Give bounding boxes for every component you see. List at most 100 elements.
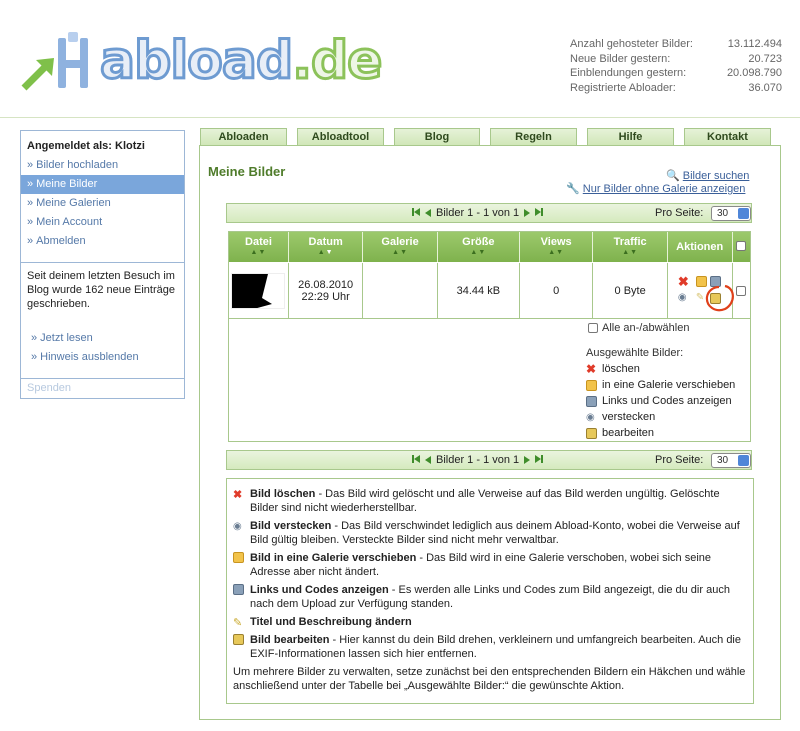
select-arrows-icon bbox=[738, 455, 749, 466]
select-all-row[interactable]: Alle an-/abwählen bbox=[588, 322, 689, 334]
sidebar-item-logout[interactable]: » Abmelden bbox=[21, 232, 184, 251]
blog-notice: Seit deinem letzten Besuch im Blog wurde… bbox=[27, 270, 175, 310]
row-checkbox[interactable] bbox=[736, 286, 747, 296]
delete-icon: ✖ bbox=[233, 489, 243, 501]
per-page-label: Pro Seite: bbox=[655, 207, 704, 219]
cell-views: 0 bbox=[520, 263, 594, 319]
links-codes-icon bbox=[586, 395, 597, 407]
help-links: Links und Codes anzeigen - Es werden all… bbox=[233, 583, 747, 611]
bulk-delete[interactable]: ✖ löschen bbox=[586, 361, 735, 377]
sort-arrows-icon[interactable]: ▲▼ bbox=[520, 249, 592, 256]
edit-title-icon: ✎ bbox=[233, 617, 243, 629]
sort-arrows-icon[interactable]: ▲▼ bbox=[593, 249, 666, 256]
annotation-circle bbox=[705, 284, 734, 312]
help-edit: Bild bearbeiten - Hier kannst du dein Bi… bbox=[233, 633, 747, 661]
header-divider bbox=[0, 117, 800, 118]
tab-kontakt[interactable]: Kontakt bbox=[684, 128, 771, 146]
image-thumbnail[interactable] bbox=[231, 273, 286, 309]
stat-row: Anzahl gehosteter Bilder: 13.112.494 bbox=[570, 38, 782, 50]
help-footer: Um mehrere Bilder zu verwalten, setze zu… bbox=[233, 666, 746, 692]
prev-page-icon[interactable] bbox=[425, 209, 431, 217]
first-page-icon[interactable] bbox=[412, 454, 420, 466]
sidebar-item-upload[interactable]: » Bilder hochladen bbox=[21, 156, 184, 175]
bulk-hide[interactable]: ◉ verstecken bbox=[586, 409, 735, 425]
hide-icon: ◉ bbox=[586, 411, 595, 423]
sort-arrows-icon[interactable]: ▲▼ bbox=[438, 249, 519, 256]
sort-arrows-icon[interactable]: ▲▼ bbox=[289, 249, 362, 256]
move-to-gallery-icon bbox=[233, 552, 244, 563]
sidebar-item-my-account[interactable]: » Mein Account bbox=[21, 213, 184, 232]
help-box: ✖ Bild löschen - Das Bild wird gelöscht u… bbox=[226, 478, 754, 704]
read-now-link[interactable]: » Jetzt lesen bbox=[21, 329, 184, 348]
links-codes-icon bbox=[233, 584, 244, 595]
edit-image-icon bbox=[233, 634, 244, 645]
search-images-link[interactable]: 🔍 Bilder suchen bbox=[666, 169, 749, 182]
pager-text: Bilder 1 - 1 von 1 bbox=[436, 454, 520, 466]
selected-actions: Ausgewählte Bilder: ✖ löschen in eine Gal… bbox=[586, 347, 735, 441]
help-hide: ◉ Bild verstecken - Das Bild verschwindet… bbox=[233, 520, 740, 546]
col-traffic[interactable]: Traffic ▲▼ bbox=[593, 232, 668, 262]
col-select bbox=[733, 232, 750, 262]
delete-icon[interactable]: ✖ bbox=[678, 275, 689, 289]
first-page-icon[interactable] bbox=[412, 207, 420, 219]
edit-image-icon bbox=[586, 427, 597, 439]
images-table: Datei ▲▼ Datum ▲▼ Galerie ▲▼ Größe ▲▼ Views ▲… bbox=[228, 231, 751, 319]
thumbnail-graphic bbox=[232, 274, 273, 308]
col-views[interactable]: Views ▲▼ bbox=[520, 232, 594, 262]
tab-hilfe[interactable]: Hilfe bbox=[587, 128, 674, 146]
cell-thumbnail[interactable] bbox=[229, 263, 289, 319]
hide-icon[interactable]: ◉ bbox=[678, 292, 687, 303]
pager-nav: Bilder 1 - 1 von 1 bbox=[412, 454, 544, 466]
delete-icon: ✖ bbox=[586, 362, 597, 376]
move-to-gallery-icon bbox=[586, 379, 597, 391]
stat-row: Registrierte Abloader: 36.070 bbox=[570, 81, 782, 94]
hide-notice-link[interactable]: » Hinweis ausblenden bbox=[21, 348, 184, 367]
select-all-checkbox[interactable] bbox=[588, 323, 598, 333]
site-logo-text: abload.de bbox=[98, 30, 383, 93]
donate-link[interactable]: Spenden bbox=[21, 378, 184, 398]
per-page-select[interactable]: 30 bbox=[711, 453, 751, 468]
last-page-icon[interactable] bbox=[535, 454, 544, 466]
select-arrows-icon bbox=[738, 208, 749, 219]
next-page-icon[interactable] bbox=[524, 456, 531, 464]
sort-arrows-icon[interactable]: ▲▼ bbox=[229, 249, 288, 256]
bulk-links[interactable]: Links und Codes anzeigen bbox=[586, 393, 735, 409]
cell-actions: ✖ ◉ ✎ bbox=[668, 263, 734, 319]
prev-page-icon[interactable] bbox=[425, 456, 431, 464]
tab-abloadtool[interactable]: Abloadtool bbox=[297, 128, 384, 146]
tab-abloaden[interactable]: Abloaden bbox=[200, 128, 287, 146]
tab-regeln[interactable]: Regeln bbox=[490, 128, 577, 146]
main-tabs: Abloaden Abloadtool Blog Regeln Hilfe Ko… bbox=[199, 128, 781, 146]
bulk-actions-area: Alle an-/abwählen Ausgewählte Bilder: ✖ l… bbox=[228, 319, 751, 442]
col-groesse[interactable]: Größe ▲▼ bbox=[438, 232, 520, 262]
select-all-header-checkbox[interactable] bbox=[736, 241, 747, 251]
cell-traffic: 0 Byte bbox=[593, 263, 668, 319]
bulk-move[interactable]: in eine Galerie verschieben bbox=[586, 377, 735, 393]
cell-date: 26.08.2010 22:29 Uhr bbox=[289, 263, 364, 319]
pager-top: Bilder 1 - 1 von 1 Pro Seite: 30 bbox=[226, 203, 752, 223]
next-page-icon[interactable] bbox=[524, 209, 531, 217]
magnifier-icon: 🔍 bbox=[666, 170, 680, 182]
selected-heading: Ausgewählte Bilder: bbox=[586, 347, 684, 359]
pager-nav: Bilder 1 - 1 von 1 bbox=[412, 207, 544, 219]
stat-row: Neue Bilder gestern: 20.723 bbox=[570, 52, 782, 65]
wrench-icon: 🔧 bbox=[566, 183, 580, 195]
logged-in-heading: Angemeldet als: Klotzi bbox=[27, 140, 145, 152]
sidebar-item-my-images[interactable]: » Meine Bilder bbox=[21, 175, 184, 194]
col-galerie[interactable]: Galerie ▲▼ bbox=[363, 232, 438, 262]
no-gallery-link[interactable]: 🔧 Nur Bilder ohne Galerie anzeigen bbox=[566, 182, 745, 195]
col-datum[interactable]: Datum ▲▼ bbox=[289, 232, 364, 262]
cell-size: 34.44 kB bbox=[438, 263, 520, 319]
col-datei[interactable]: Datei ▲▼ bbox=[229, 232, 289, 262]
sidebar-item-my-galleries[interactable]: » Meine Galerien bbox=[21, 194, 184, 213]
bulk-edit[interactable]: bearbeiten bbox=[586, 425, 735, 441]
table-row: 26.08.2010 22:29 Uhr 34.44 kB 0 0 Byte ✖ … bbox=[229, 263, 750, 319]
last-page-icon[interactable] bbox=[535, 207, 544, 219]
pager-bottom: Bilder 1 - 1 von 1 Pro Seite: 30 bbox=[226, 450, 752, 470]
per-page-select[interactable]: 30 bbox=[711, 206, 751, 221]
pager-text: Bilder 1 - 1 von 1 bbox=[436, 207, 520, 219]
tab-blog[interactable]: Blog bbox=[394, 128, 480, 146]
help-delete: ✖ Bild löschen - Das Bild wird gelöscht u… bbox=[233, 488, 720, 514]
help-title: ✎ Titel und Beschreibung ändern bbox=[233, 616, 412, 629]
sort-arrows-icon[interactable]: ▲▼ bbox=[363, 249, 436, 256]
